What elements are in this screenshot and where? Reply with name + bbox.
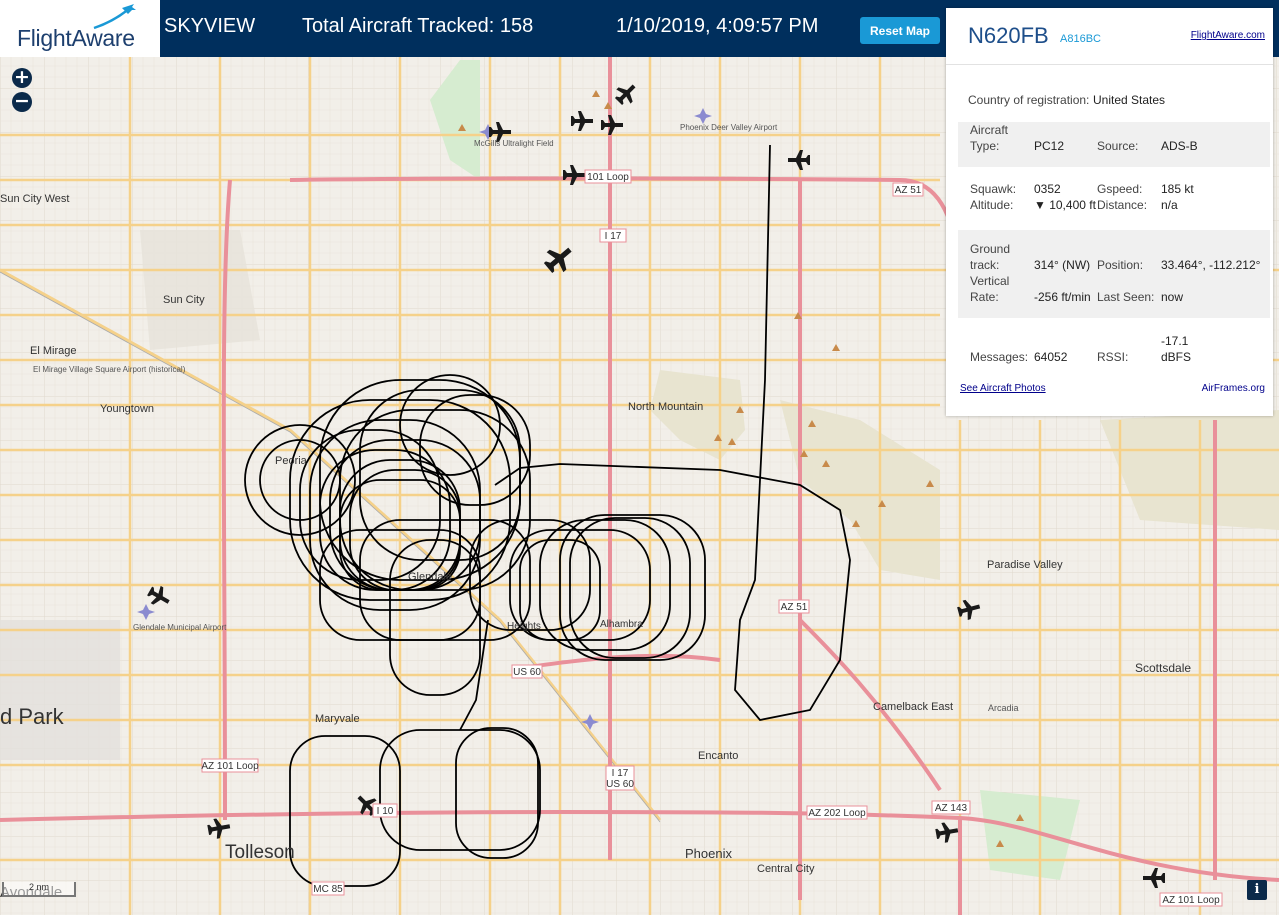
label-encanto: Encanto: [698, 750, 738, 762]
label-north-mountain: North Mountain: [628, 401, 703, 413]
label-el-mirage: El Mirage: [30, 345, 76, 357]
shield-az143: AZ 143: [935, 803, 968, 814]
shield-loop101-w: AZ 101 Loop: [201, 761, 259, 772]
gspeed-label: Gspeed:: [1097, 182, 1143, 196]
shield-i17-n: I 17: [605, 231, 622, 242]
source-label: Source:: [1097, 139, 1139, 153]
label-glendale-airport: Glendale Municipal Airport: [133, 623, 227, 632]
rssi-label: RSSI:: [1097, 350, 1129, 364]
rssi-value-2: dBFS: [1161, 350, 1192, 364]
airframes-link[interactable]: AirFrames.org: [1202, 383, 1265, 394]
shield-loop101-n: 101 Loop: [587, 172, 629, 183]
shield-i10: I 10: [377, 806, 394, 817]
zoom-out-button[interactable]: −: [12, 92, 32, 112]
ground-track-value: 314° (NW): [1034, 258, 1091, 272]
squawk-label: Squawk:: [970, 182, 1017, 196]
vertical-rate-value: -256 ft/min: [1034, 290, 1091, 304]
altitude-value: ▼ 10,400 ft: [1034, 198, 1096, 212]
shield-az51-n: AZ 51: [895, 185, 922, 196]
vertical-rate-label-2: Rate:: [970, 290, 999, 304]
label-paradise-valley: Paradise Valley: [987, 559, 1063, 571]
rssi-value-1: -17.1: [1161, 334, 1189, 348]
label-goodyear-park: d Park: [0, 704, 65, 729]
ground-track-label-1: Ground: [970, 242, 1011, 256]
country-value: United States: [1093, 93, 1166, 107]
shield-mc85: MC 85: [313, 884, 343, 895]
last-seen-value: now: [1161, 290, 1184, 304]
label-mcgills: McGills Ultralight Field: [474, 139, 554, 148]
app-name: SKYVIEW: [164, 15, 256, 37]
label-maryvale: Maryvale: [315, 713, 360, 725]
aircraft-registration: N620FB: [968, 23, 1049, 48]
messages-value: 64052: [1034, 350, 1068, 364]
goodyear-area: [0, 620, 120, 760]
label-camelback-east: Camelback East: [873, 701, 953, 713]
shield-i17-s: I 17: [612, 768, 629, 779]
zoom-in-button[interactable]: +: [12, 68, 32, 88]
label-tolleson: Tolleson: [225, 842, 295, 863]
aircraft-type-value: PC12: [1034, 139, 1065, 153]
altitude-label: Altitude:: [970, 198, 1014, 212]
shield-us60-s: US 60: [606, 779, 634, 790]
aircraft-info-panel: N620FB A816BC FlightAware.com Country of…: [946, 8, 1273, 416]
reset-map-button[interactable]: Reset Map: [860, 17, 940, 44]
label-peoria: Peoria: [275, 455, 308, 467]
panel-divider: [946, 64, 1273, 65]
shield-az51-s: AZ 51: [781, 602, 808, 613]
sun-city-area: [140, 230, 260, 350]
label-glendale: Glendale: [408, 571, 452, 583]
gspeed-value: 185 kt: [1161, 182, 1194, 196]
map-scale-bar: 2 nm: [2, 882, 76, 897]
label-heights: Heights: [507, 621, 541, 632]
aircraft-tracked-count: Total Aircraft Tracked: 158: [302, 15, 534, 37]
current-datetime: 1/10/2019, 4:09:57 PM: [616, 15, 819, 37]
country-label: Country of registration:: [968, 93, 1090, 107]
source-value: ADS-B: [1161, 139, 1198, 153]
position-value: 33.464°, -112.212°: [1161, 258, 1261, 272]
flightaware-logo[interactable]: FlightAware: [0, 0, 160, 57]
label-el-mirage-airport: El Mirage Village Square Airport (histor…: [33, 365, 186, 374]
flightaware-link[interactable]: FlightAware.com: [1191, 30, 1265, 41]
aircraft-type-label-2: Type:: [970, 139, 1000, 153]
distance-value: n/a: [1161, 198, 1178, 212]
shield-loop101-e: AZ 101 Loop: [1162, 895, 1220, 906]
label-youngtown: Youngtown: [100, 403, 154, 415]
info-icon[interactable]: i: [1247, 880, 1267, 900]
aircraft-type-label-1: Aircraft: [970, 123, 1009, 137]
last-seen-label: Last Seen:: [1097, 290, 1155, 304]
see-aircraft-photos-link[interactable]: See Aircraft Photos: [960, 383, 1046, 394]
label-arcadia: Arcadia: [988, 703, 1019, 713]
logo-text: FlightAware: [17, 25, 135, 51]
label-phoenix: Phoenix: [685, 846, 732, 861]
position-label: Position:: [1097, 258, 1144, 272]
shield-az202: AZ 202 Loop: [808, 808, 866, 819]
label-scottsdale: Scottsdale: [1135, 661, 1191, 675]
aircraft-hex-code: A816BC: [1060, 33, 1101, 45]
vertical-rate-label-1: Vertical: [970, 274, 1010, 288]
label-alhambra: Alhambra: [600, 619, 643, 630]
label-central-city: Central City: [757, 863, 815, 875]
distance-label: Distance:: [1097, 198, 1148, 212]
label-deer-valley: Phoenix Deer Valley Airport: [680, 123, 778, 132]
label-sun-city: Sun City: [163, 294, 205, 306]
ground-track-label-2: track:: [970, 258, 1000, 272]
squawk-value: 0352: [1034, 182, 1061, 196]
messages-label: Messages:: [970, 350, 1029, 364]
label-sun-city-west: Sun City West: [0, 193, 70, 205]
shield-us60: US 60: [513, 667, 541, 678]
